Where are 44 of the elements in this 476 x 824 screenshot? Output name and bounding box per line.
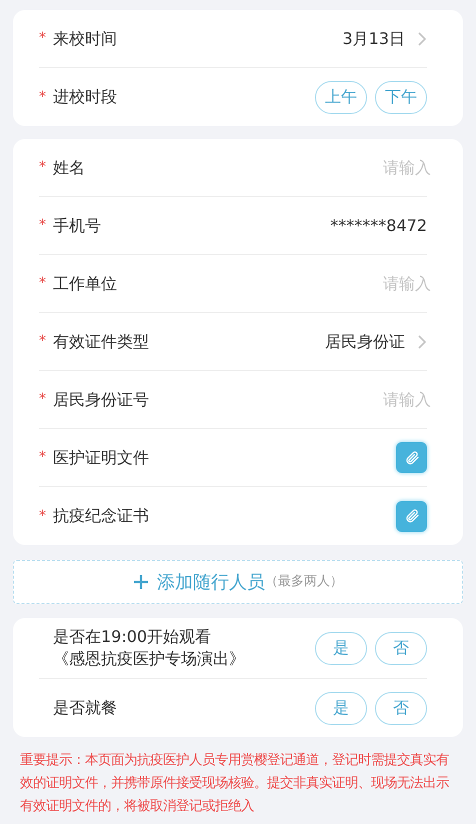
input-field[interactable]: 请输入 [311,388,431,412]
input-field[interactable]: 请输入 [311,272,431,296]
field-label: 来校时间 [53,28,117,50]
option-button[interactable]: 是 [315,692,367,724]
required-asterisk: * [39,29,46,48]
option-button[interactable]: 是 [315,632,367,664]
field-label: 工作单位 [53,272,117,294]
option-button[interactable]: 上午 [315,80,367,114]
add-companion-note: （最多两人） [265,573,343,592]
required-asterisk: * [39,448,46,467]
field-label: 医护证明文件 [53,446,149,468]
field-label: 是否就餐 [53,697,117,719]
upload-button[interactable] [396,500,427,532]
required-asterisk: * [39,88,46,106]
notice-text: 重要提示：本页面为抗疫医护人员专用赏樱登记通道，登记时需提交真实有效的证明文件，并携带原件接受现场核验。提交非真实证明、现场无法出示有效证明文件的，将被取消登记或拒绝入 [20,752,450,816]
chevron-right-icon [417,30,427,46]
field-label: 是否在19:00开始观看 [53,626,212,648]
plus-icon [133,574,149,590]
field-label: 手机号 [53,214,101,236]
required-asterisk: * [39,216,46,235]
select-field[interactable]: 3月13日 [342,26,427,50]
field-label: 抗疫纪念证书 [53,505,149,527]
chevron-right-icon [417,334,427,350]
input-field[interactable]: 请输入 [311,156,431,180]
field-label: 进校时段 [53,86,117,108]
option-button[interactable]: 否 [375,632,427,664]
add-companion-label: 添加随行人员 [157,570,265,594]
paperclip-icon [404,508,420,524]
option-button[interactable]: 否 [375,692,427,724]
required-asterisk: * [39,506,46,526]
required-asterisk: * [39,390,46,409]
option-button[interactable]: 下午 [375,80,427,114]
required-asterisk: * [39,158,46,177]
paperclip-icon [404,450,420,466]
field-label: 《感恩抗疫医护专场演出》 [53,648,245,670]
required-asterisk: * [39,274,46,293]
field-label: 姓名 [53,156,85,178]
required-asterisk: * [39,332,46,351]
add-companion-button[interactable]: 添加随行人员（最多两人） [13,560,463,604]
select-field[interactable]: 居民身份证 [325,330,427,354]
upload-button[interactable] [396,442,427,473]
field-label: 居民身份证号 [53,388,149,410]
field-label: 有效证件类型 [53,330,149,352]
field-value: *******8472 [330,214,427,236]
